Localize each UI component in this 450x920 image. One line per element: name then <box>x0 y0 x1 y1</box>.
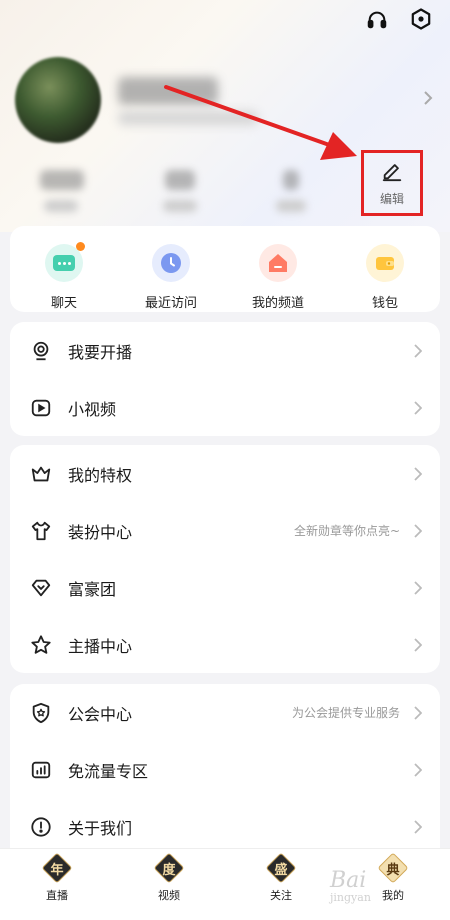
menu-item-privileges[interactable]: 我的特权 <box>10 445 440 502</box>
avatar[interactable] <box>15 57 101 143</box>
tab-label: 视频 <box>158 889 180 902</box>
menu-item-data-free-zone[interactable]: 免流量专区 <box>10 741 440 798</box>
menu-section-3: 公会中心 为公会提供专业服务 免流量专区 关于我们 <box>10 684 440 864</box>
menu-item-label: 小视频 <box>68 399 117 419</box>
menu-item-label: 免流量专区 <box>68 761 149 781</box>
quick-action-recent[interactable]: 最近访问 <box>126 244 216 311</box>
tab-label: 我的 <box>382 889 404 902</box>
crown-icon <box>30 463 52 485</box>
chevron-right-icon <box>412 819 424 835</box>
stat-label-blurred <box>44 200 78 212</box>
user-subtitle-blurred <box>118 111 258 125</box>
quick-action-label: 最近访问 <box>144 296 197 311</box>
wallet-icon <box>366 244 404 282</box>
chevron-right-icon <box>412 705 424 721</box>
chevron-right-icon <box>412 400 424 416</box>
tab-follow[interactable]: 盛 关注 <box>241 852 321 903</box>
menu-item-label: 富豪团 <box>68 579 117 599</box>
settings-hex-icon[interactable] <box>408 6 434 32</box>
watermark: Bai jingyan <box>330 868 371 904</box>
stat-label-blurred <box>163 200 197 212</box>
chevron-right-icon <box>412 343 424 359</box>
menu-item-short-video[interactable]: 小视频 <box>10 379 440 436</box>
quick-action-channel[interactable]: 我的频道 <box>233 244 323 311</box>
stat-value-blurred <box>165 170 195 190</box>
menu-item-label: 公会中心 <box>68 704 133 724</box>
menu-item-label: 我的特权 <box>68 465 133 485</box>
quick-action-label: 钱包 <box>371 296 398 311</box>
notification-dot <box>76 242 85 251</box>
tab-label: 关注 <box>270 889 292 902</box>
chat-icon <box>45 242 85 282</box>
broadcast-icon <box>30 340 52 362</box>
stat-value-blurred <box>283 170 299 190</box>
menu-item-hint: 为公会提供专业服务 <box>291 706 400 720</box>
menu-item-start-broadcast[interactable]: 我要开播 <box>10 322 440 379</box>
menu-item-label: 我要开播 <box>68 342 133 362</box>
video-icon <box>30 397 52 419</box>
mine-tab-icon: 典 <box>377 852 409 884</box>
chart-icon <box>30 759 52 781</box>
menu-section-1: 我要开播 小视频 <box>10 322 440 436</box>
follow-tab-icon: 盛 <box>265 852 297 884</box>
video-tab-icon: 度 <box>153 852 185 884</box>
shirt-icon <box>30 520 52 542</box>
tab-video[interactable]: 度 视频 <box>129 852 209 903</box>
menu-item-label: 主播中心 <box>68 636 133 656</box>
menu-item-about-us[interactable]: 关于我们 <box>10 798 440 855</box>
menu-item-rich-club[interactable]: 富豪团 <box>10 559 440 616</box>
chevron-right-icon <box>412 637 424 653</box>
stat-label-blurred <box>276 200 306 212</box>
tab-label: 直播 <box>46 889 68 902</box>
menu-item-guild-center[interactable]: 公会中心 为公会提供专业服务 <box>10 684 440 741</box>
shield-icon <box>30 702 52 724</box>
chevron-right-icon <box>412 466 424 482</box>
bottom-tab-bar: 年 直播 度 视频 盛 关注 典 我的 <box>0 848 450 920</box>
menu-item-anchor-center[interactable]: 主播中心 <box>10 616 440 673</box>
username-blurred <box>118 77 218 105</box>
chevron-right-icon <box>412 762 424 778</box>
quick-action-wallet[interactable]: 钱包 <box>340 244 430 311</box>
quick-action-chat[interactable]: 聊天 <box>19 242 109 311</box>
menu-item-label: 装扮中心 <box>68 522 133 542</box>
menu-item-dressup-center[interactable]: 装扮中心 全新勋章等你点亮~ <box>10 502 440 559</box>
pen-icon <box>381 160 403 186</box>
live-tab-icon: 年 <box>41 852 73 884</box>
home-icon <box>259 244 297 282</box>
quick-action-label: 我的频道 <box>251 296 304 311</box>
info-icon <box>30 816 52 838</box>
stat-value-blurred <box>40 170 84 190</box>
headphone-icon[interactable] <box>364 6 390 32</box>
diamond-icon <box>30 577 52 599</box>
menu-item-label: 关于我们 <box>68 818 133 838</box>
clock-icon <box>152 244 190 282</box>
edit-label: 编辑 <box>379 191 404 206</box>
edit-profile-button[interactable]: 编辑 <box>361 150 423 216</box>
star-icon <box>30 634 52 656</box>
tab-live[interactable]: 年 直播 <box>17 852 97 903</box>
quick-actions-card: 聊天 最近访问 我的频道 钱包 <box>10 226 440 312</box>
profile-chevron-icon[interactable] <box>420 88 436 108</box>
menu-item-hint: 全新勋章等你点亮~ <box>293 524 400 538</box>
menu-section-2: 我的特权 装扮中心 全新勋章等你点亮~ 富豪团 主播中心 <box>10 445 440 673</box>
chevron-right-icon <box>412 523 424 539</box>
chevron-right-icon <box>412 580 424 596</box>
quick-action-label: 聊天 <box>50 296 77 311</box>
